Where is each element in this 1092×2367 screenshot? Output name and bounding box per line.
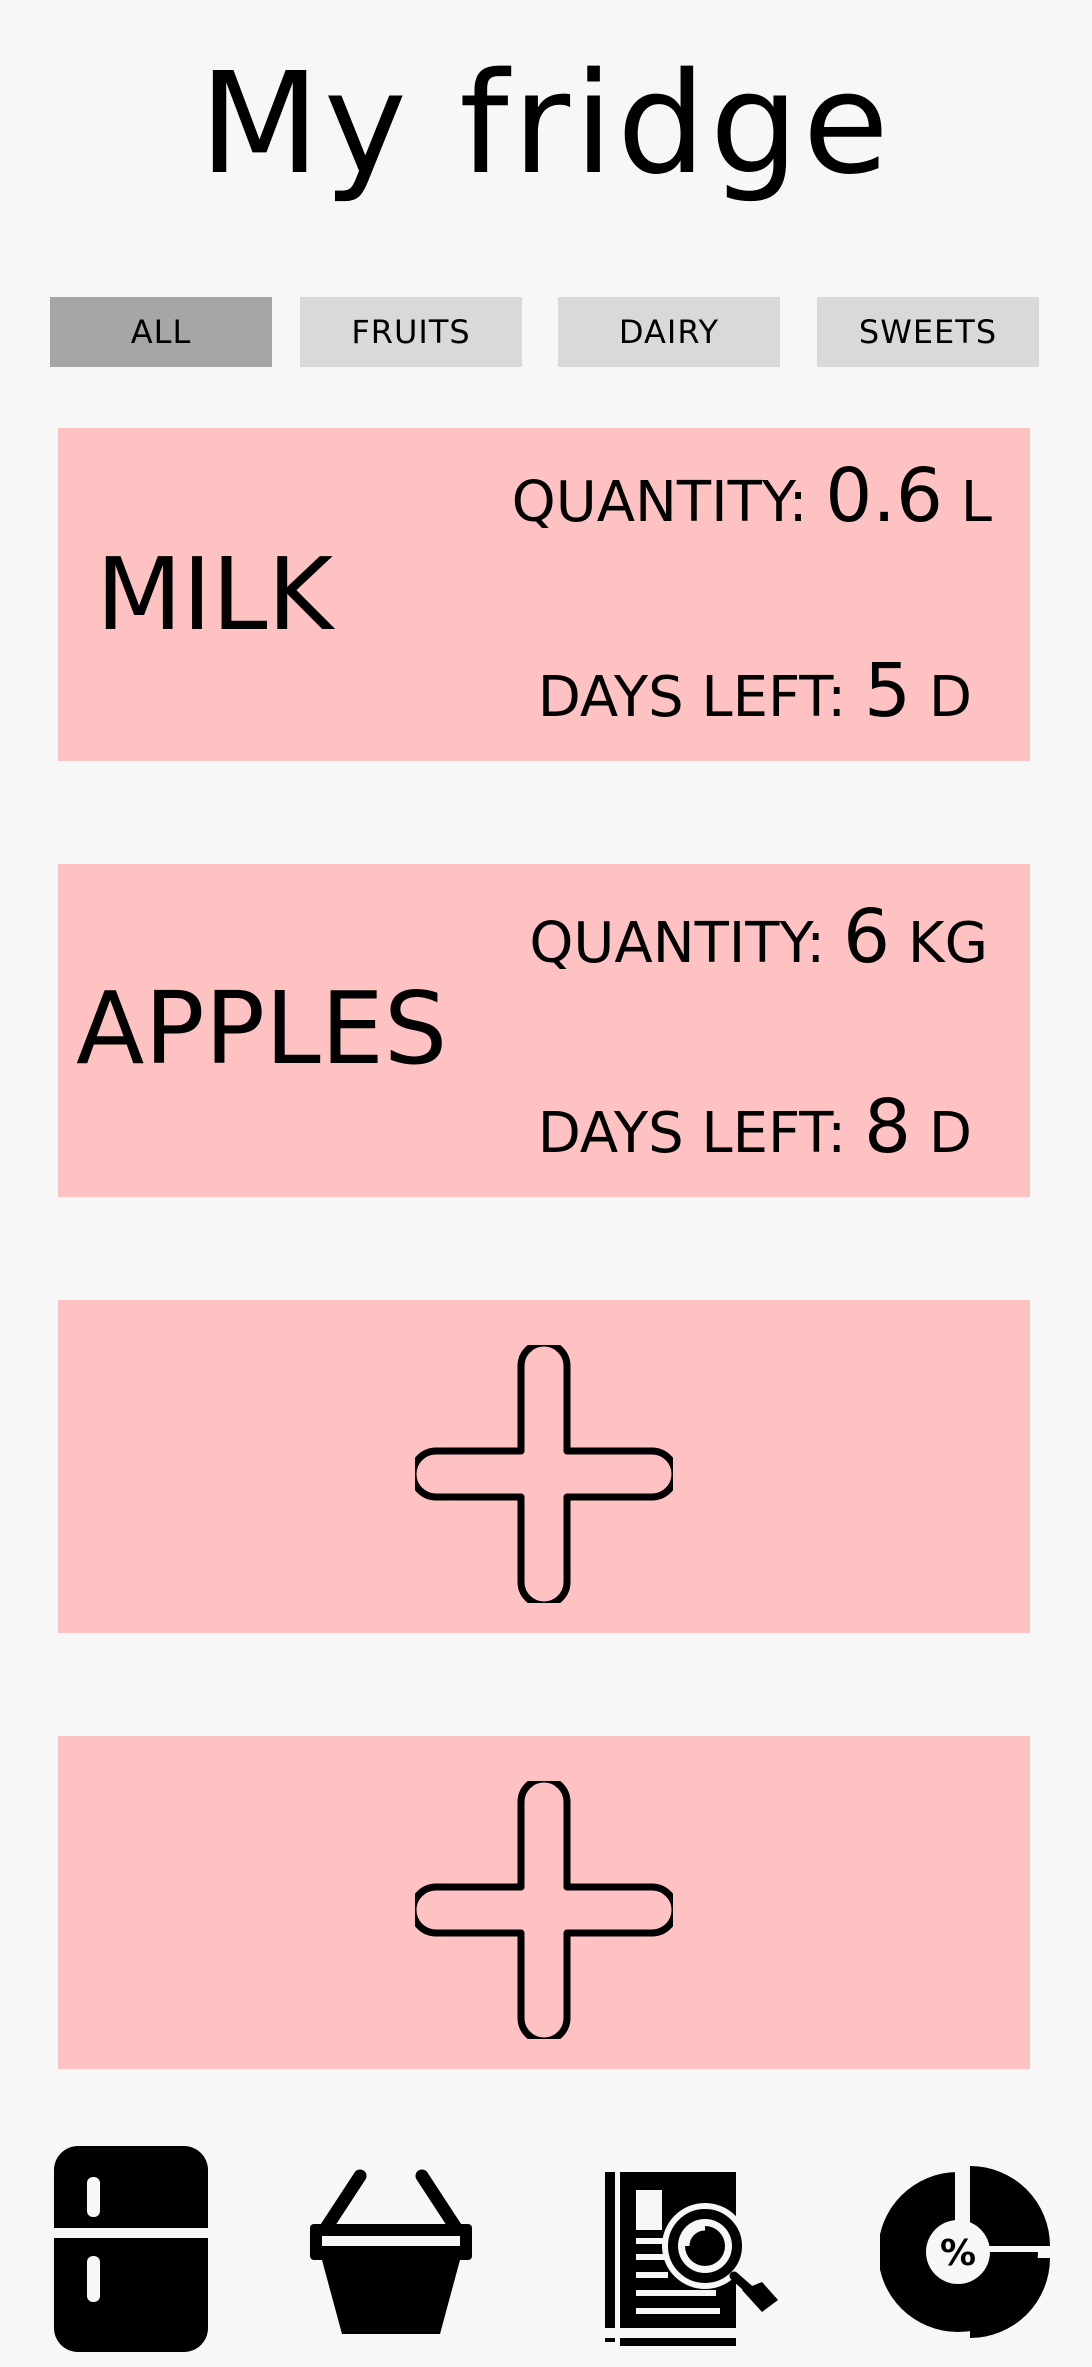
days-left-label: Days left: xyxy=(537,665,847,730)
tab-fruits[interactable]: Fruits xyxy=(300,297,522,367)
percent-symbol: % xyxy=(940,2233,976,2274)
basket-icon[interactable] xyxy=(308,2168,474,2334)
days-left-label: Days left: xyxy=(537,1101,847,1166)
recipe-search-icon[interactable] xyxy=(602,2172,778,2346)
page-title: My fridge xyxy=(199,43,893,206)
item-quantity: Quantity: 0.6 L xyxy=(511,459,992,538)
quantity-unit: kg xyxy=(907,911,988,976)
item-quantity: Quantity: 6 kg xyxy=(529,900,988,979)
tab-sweets[interactable]: Sweets xyxy=(817,297,1039,367)
fridge-icon[interactable] xyxy=(54,2146,208,2352)
item-card-apples[interactable]: Apples Quantity: 6 kg Days left: 8 D xyxy=(58,864,1030,1197)
tab-dairy[interactable]: Dairy xyxy=(558,297,780,367)
days-left-unit: D xyxy=(928,665,972,730)
quantity-unit: L xyxy=(960,470,992,535)
quantity-label: Quantity: xyxy=(511,470,808,535)
quantity-label: Quantity: xyxy=(529,911,826,976)
days-left-value: 8 xyxy=(863,1084,912,1170)
days-left-unit: D xyxy=(928,1101,972,1166)
quantity-value: 0.6 xyxy=(825,453,943,539)
item-card-milk[interactable]: Milk Quantity: 0.6 L Days left: 5 D xyxy=(58,428,1030,761)
plus-icon xyxy=(415,1781,673,2039)
add-item-slot[interactable] xyxy=(58,1300,1030,1633)
tab-all[interactable]: All xyxy=(50,297,272,367)
item-name: Apples xyxy=(76,970,448,1087)
plus-icon xyxy=(415,1345,673,1603)
days-left-value: 5 xyxy=(863,648,912,734)
quantity-value: 6 xyxy=(842,894,891,980)
item-name: Milk xyxy=(96,536,334,653)
item-days-left: Days left: 5 D xyxy=(537,654,972,733)
item-days-left: Days left: 8 D xyxy=(537,1090,972,1169)
add-item-slot[interactable] xyxy=(58,1736,1030,2069)
pie-chart-percent-icon[interactable]: % xyxy=(880,2166,1052,2338)
